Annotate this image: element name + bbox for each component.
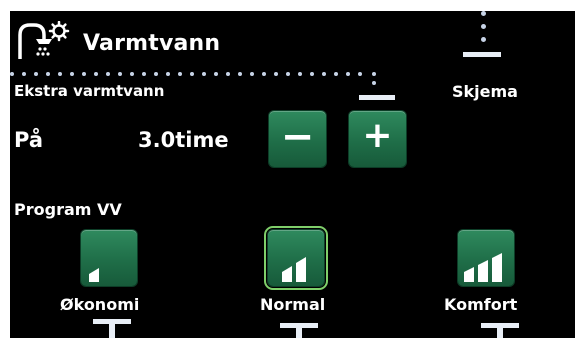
signal-1-bar-icon <box>89 268 99 282</box>
page-title: Varmtvann <box>83 31 221 56</box>
schedule-label[interactable]: Skjema <box>452 82 518 101</box>
decrease-button[interactable]: − <box>269 111 326 167</box>
minus-icon: − <box>280 114 315 160</box>
extra-hot-water-label: Ekstra varmtvann <box>14 82 165 100</box>
program-economy-label: Økonomi <box>60 295 140 314</box>
extra-hot-water-duration: 3.0time <box>138 128 229 152</box>
shower-gear-icon <box>14 20 70 61</box>
extra-hot-water-state: På <box>14 128 43 152</box>
program-economy-button[interactable] <box>81 230 137 286</box>
program-title: Program VV <box>14 200 122 219</box>
comfort-dash-stem <box>497 328 503 338</box>
schedule-dash <box>463 52 501 57</box>
display-screen: Varmtvann Ekstra varmtvann Skjema På 3.0… <box>10 11 575 338</box>
signal-3-bars-icon <box>464 253 502 282</box>
normal-dash-stem <box>296 328 302 338</box>
program-normal-label: Normal <box>260 295 326 314</box>
program-comfort-button[interactable] <box>458 230 514 286</box>
plus-dash <box>359 95 395 100</box>
program-normal-button[interactable] <box>264 226 328 290</box>
increase-button[interactable]: + <box>349 111 406 167</box>
economy-dash-stem <box>109 324 115 338</box>
program-comfort-label: Komfort <box>444 295 518 314</box>
plus-icon: + <box>362 115 393 156</box>
signal-2-bars-icon <box>282 257 306 282</box>
